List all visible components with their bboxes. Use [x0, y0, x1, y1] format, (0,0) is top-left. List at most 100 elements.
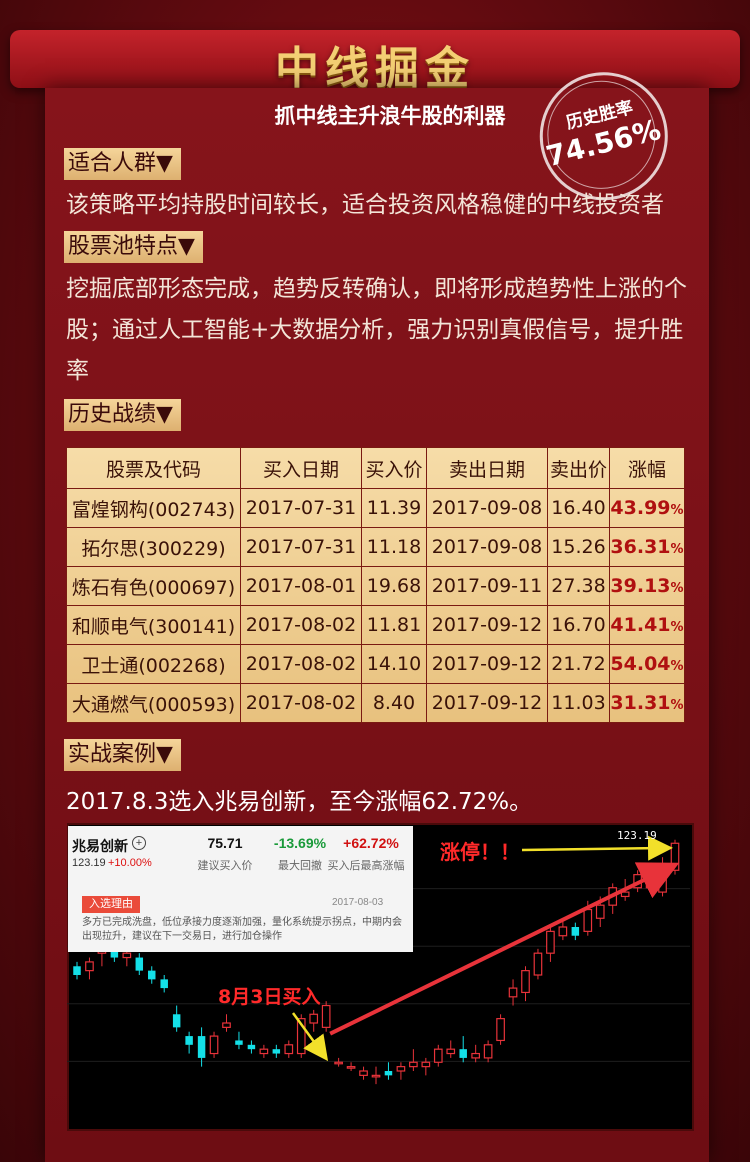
- section-tag-case: 实战案例▼: [64, 739, 181, 771]
- col-header-gain: 涨幅: [609, 447, 685, 489]
- candle-body: [483, 1044, 493, 1059]
- gain-unit: %: [670, 581, 684, 596]
- candle-body: [396, 1066, 406, 1072]
- stock-name: 兆易创新: [72, 838, 128, 854]
- candle: [521, 966, 530, 1002]
- limit-pointer-arrow: [521, 835, 673, 861]
- candle: [371, 1066, 381, 1085]
- candle-body: [546, 930, 555, 954]
- candle: [384, 1062, 393, 1080]
- add-watchlist-icon[interactable]: +: [132, 836, 146, 850]
- candle: [85, 957, 94, 980]
- candle: [209, 1031, 219, 1058]
- candle-body: [571, 927, 580, 936]
- candle-body: [459, 1049, 467, 1058]
- cell-sell-date: 2017-09-12: [426, 605, 548, 645]
- cell-stock: 富煌钢构(002743): [66, 488, 241, 528]
- candle: [222, 1014, 231, 1032]
- cell-stock: 卫士通(002268): [66, 644, 241, 684]
- cell-buy-date: 2017-07-31: [240, 527, 362, 567]
- stat-max-gain-label: 买入后最高涨幅: [327, 860, 405, 872]
- candle-body: [533, 952, 543, 976]
- gain-value: 54.04: [610, 653, 671, 675]
- gain-unit: %: [670, 503, 684, 518]
- col-header-sell-date: 卖出日期: [426, 447, 548, 489]
- candle-body: [433, 1048, 443, 1063]
- candle-body: [409, 1061, 418, 1068]
- buy-annotation: 8月3日买入: [218, 986, 321, 1008]
- candle-body: [583, 908, 593, 932]
- gain-value: 43.99: [610, 497, 671, 519]
- gain-unit: %: [670, 698, 684, 713]
- candle-body: [359, 1070, 368, 1076]
- candle-body: [321, 1004, 331, 1028]
- cell-sell-date: 2017-09-11: [426, 566, 548, 606]
- candle-body: [558, 926, 568, 937]
- cell-gain: 41.41%: [609, 605, 685, 645]
- price-annotation: 123.19: [617, 829, 657, 842]
- cell-sell-price: 16.70: [547, 605, 610, 645]
- pool-text: 挖掘底部形态完成，趋势反转确认，即将形成趋势性上涨的个股；通过人工智能+大数据分…: [66, 276, 687, 384]
- candle: [508, 979, 518, 1006]
- candle-body: [645, 882, 655, 889]
- candle: [309, 1009, 319, 1032]
- candle-body: [197, 1036, 206, 1058]
- candle-body: [284, 1044, 294, 1055]
- table-row: 卫士通(002268) 2017-08-02 14.10 2017-09-12 …: [66, 644, 685, 684]
- candle-body: [222, 1022, 231, 1028]
- cell-buy-price: 14.10: [361, 644, 427, 684]
- candle-body: [446, 1048, 456, 1055]
- candle-body: [371, 1074, 381, 1078]
- table-row: 富煌钢构(002743) 2017-07-31 11.39 2017-09-08…: [66, 488, 685, 528]
- cell-gain: 54.04%: [609, 644, 685, 684]
- table-row: 和顺电气(300141) 2017-08-02 11.81 2017-09-12…: [66, 605, 685, 645]
- stat-max-gain: +62.72%: [343, 835, 399, 851]
- candle-body: [122, 952, 132, 959]
- candle: [185, 1031, 193, 1054]
- candle: [197, 1027, 206, 1067]
- cell-sell-price: 15.26: [547, 527, 610, 567]
- candle: [247, 1040, 256, 1054]
- candle-body: [135, 957, 144, 971]
- candle: [346, 1062, 356, 1071]
- candle: [284, 1040, 294, 1058]
- cell-stock: 炼石有色(000697): [66, 566, 241, 606]
- cell-sell-price: 11.03: [547, 683, 610, 723]
- candle-body: [421, 1061, 431, 1068]
- cell-stock: 拓尔思(300229): [66, 527, 241, 567]
- candle-body: [148, 970, 156, 980]
- candle: [459, 1036, 467, 1063]
- candle: [471, 1044, 481, 1063]
- limit-up-annotation: 涨停！！: [440, 840, 520, 864]
- cell-gain: 39.13%: [609, 566, 685, 606]
- candle-body: [508, 987, 518, 998]
- candle: [483, 1040, 493, 1063]
- col-header-stock: 股票及代码: [66, 447, 241, 489]
- section-tag-history: 历史战绩▼: [64, 399, 181, 431]
- candle-body: [73, 966, 81, 975]
- gain-value: 41.41: [610, 614, 671, 636]
- cell-sell-date: 2017-09-12: [426, 683, 548, 723]
- candle-body: [309, 1013, 319, 1024]
- candle: [321, 1001, 331, 1032]
- candle: [334, 1057, 343, 1067]
- candle-body: [496, 1018, 505, 1042]
- case-text: 2017.8.3选入兆易创新，至今涨幅62.72%。: [66, 789, 533, 815]
- candle-body: [384, 1071, 393, 1076]
- candle: [172, 1005, 181, 1032]
- cell-buy-date: 2017-08-02: [240, 683, 362, 723]
- cell-buy-date: 2017-08-01: [240, 566, 362, 606]
- candle: [496, 1014, 505, 1045]
- stock-price: 123.19: [72, 857, 106, 869]
- candle-body: [595, 904, 605, 919]
- cell-buy-price: 8.40: [361, 683, 427, 723]
- cell-sell-price: 27.38: [547, 566, 610, 606]
- cell-sell-date: 2017-09-08: [426, 488, 548, 528]
- candle-body: [247, 1044, 256, 1050]
- candle: [670, 839, 680, 875]
- section-tag-pool: 股票池特点▼: [64, 231, 203, 263]
- candle: [533, 948, 543, 980]
- candle-body: [521, 970, 530, 994]
- table-row: 炼石有色(000697) 2017-08-01 19.68 2017-09-11…: [66, 566, 685, 606]
- table-header-row: 股票及代码 买入日期 买入价 卖出日期 卖出价 涨幅: [66, 447, 685, 489]
